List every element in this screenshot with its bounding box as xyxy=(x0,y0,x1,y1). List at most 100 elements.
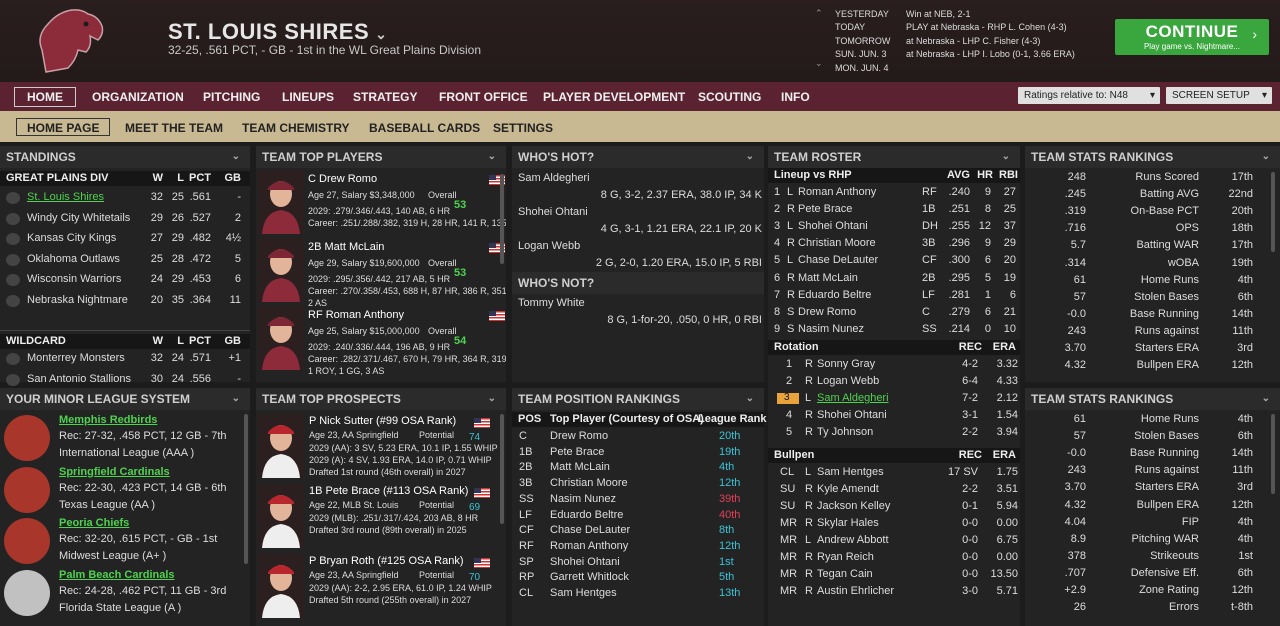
tab-front-office[interactable]: FRONT OFFICE xyxy=(439,90,528,104)
lineup-player[interactable]: Roman Anthony xyxy=(798,186,876,198)
positions-header[interactable]: TEAM POSITION RANKINGS ⌄ xyxy=(512,388,764,410)
position-player[interactable]: Nasim Nunez xyxy=(550,493,616,505)
scrollbar[interactable] xyxy=(500,174,504,264)
chevron-down-icon[interactable]: ⌄ xyxy=(375,26,387,42)
position-player[interactable]: Roman Anthony xyxy=(550,540,628,552)
stats-rankings-header-2[interactable]: TEAM STATS RANKINGS ⌄ xyxy=(1025,388,1280,410)
hot-player-name[interactable]: Shohei Ohtani xyxy=(518,206,588,218)
stat-value: 243 xyxy=(1067,324,1086,337)
team-title[interactable]: ST. LOUIS SHIRES ⌄ xyxy=(168,19,387,45)
player-name[interactable]: C Drew Romo xyxy=(308,173,377,185)
bullpen-player[interactable]: Ryan Reich xyxy=(817,551,874,563)
standings-team-name[interactable]: Monterrey Monsters xyxy=(27,352,125,364)
subtab-settings[interactable]: SETTINGS xyxy=(493,121,553,135)
top-players-header[interactable]: TEAM TOP PLAYERS ⌄ xyxy=(256,146,506,168)
scrollbar[interactable] xyxy=(500,414,504,524)
scrollbar[interactable] xyxy=(1271,414,1275,494)
cold-player-name[interactable]: Tommy White xyxy=(518,297,585,309)
lineup-player[interactable]: Nasim Nunez xyxy=(798,323,864,335)
prospect-name[interactable]: P Nick Sutter (#99 OSA Rank) xyxy=(309,415,456,427)
hot-player-name[interactable]: Logan Webb xyxy=(518,240,580,252)
subtab-baseball-cards[interactable]: BASEBALL CARDS xyxy=(369,121,480,135)
prospects-header[interactable]: TEAM TOP PROSPECTS ⌄ xyxy=(256,388,506,410)
tab-pitching[interactable]: PITCHING xyxy=(203,90,260,104)
rotation-player[interactable]: Sam Aldegheri xyxy=(817,392,889,404)
lineup-player[interactable]: Eduardo Beltre xyxy=(798,289,871,301)
chevron-down-icon[interactable]: ⌄ xyxy=(815,58,823,69)
scrollbar[interactable] xyxy=(1271,172,1275,252)
bullpen-player[interactable]: Skylar Hales xyxy=(817,517,879,529)
standings-cell: 29 xyxy=(150,211,163,224)
bats-hand: L xyxy=(787,186,794,198)
chevron-up-icon[interactable]: ⌃ xyxy=(815,8,823,19)
screen-setup-select[interactable]: SCREEN SETUP ▾ xyxy=(1166,87,1272,104)
rotation-player[interactable]: Sonny Gray xyxy=(817,358,875,370)
standings-team-name[interactable]: Oklahoma Outlaws xyxy=(27,253,120,265)
lineup-player[interactable]: Christian Moore xyxy=(798,237,876,249)
standings-team-name[interactable]: Nebraska Nightmare xyxy=(27,294,128,306)
tab-player-development[interactable]: PLAYER DEVELOPMENT xyxy=(543,90,685,104)
tab-lineups[interactable]: LINEUPS xyxy=(282,90,334,104)
bullpen-player[interactable]: Jackson Kelley xyxy=(817,500,890,512)
position-player[interactable]: Drew Romo xyxy=(550,430,608,442)
prospect-name[interactable]: P Bryan Roth (#125 OSA Rank) xyxy=(309,555,464,567)
standings-team-name[interactable]: Windy City Whitetails xyxy=(27,212,130,224)
rotation-player[interactable]: Logan Webb xyxy=(817,375,879,387)
position-player[interactable]: Christian Moore xyxy=(550,477,628,489)
tab-scouting[interactable]: SCOUTING xyxy=(698,90,761,104)
standings-team-name[interactable]: Kansas City Kings xyxy=(27,232,116,244)
scrollbar[interactable] xyxy=(244,414,248,564)
ratings-select[interactable]: Ratings relative to: N48 ▾ xyxy=(1018,87,1160,104)
minor-team-name[interactable]: Palm Beach Cardinals xyxy=(59,569,175,581)
subtab-team-chemistry[interactable]: TEAM CHEMISTRY xyxy=(242,121,350,135)
minor-team-name[interactable]: Springfield Cardinals xyxy=(59,466,170,478)
lineup-order: 3 xyxy=(774,220,781,233)
position-player[interactable]: Pete Brace xyxy=(550,446,604,458)
rotation-player[interactable]: Shohei Ohtani xyxy=(817,409,887,421)
lineup-player[interactable]: Shohei Ohtani xyxy=(798,220,868,232)
player-name[interactable]: 2B Matt McLain xyxy=(308,241,384,253)
bullpen-player[interactable]: Sam Hentges xyxy=(817,466,884,478)
bullpen-player[interactable]: Andrew Abbott xyxy=(817,534,889,546)
position-player[interactable]: Shohei Ohtani xyxy=(550,556,620,568)
tab-organization[interactable]: ORGANIZATION xyxy=(92,90,184,104)
prospect-name[interactable]: 1B Pete Brace (#113 OSA Rank) xyxy=(309,485,468,497)
lineup-player[interactable]: Matt McLain xyxy=(798,272,858,284)
minors-header[interactable]: YOUR MINOR LEAGUE SYSTEM ⌄ xyxy=(0,388,250,410)
roster-header[interactable]: TEAM ROSTER ⌄ xyxy=(768,146,1020,168)
minor-team-name[interactable]: Peoria Chiefs xyxy=(59,517,129,529)
subtab-meet-the-team[interactable]: MEET THE TEAM xyxy=(125,121,223,135)
standings-col-header: L xyxy=(177,335,184,347)
player-avatar xyxy=(258,238,304,302)
standings-team-name[interactable]: St. Louis Shires xyxy=(27,191,104,203)
chevron-down-icon: ⌄ xyxy=(1001,151,1010,162)
position-player[interactable]: Garrett Whitlock xyxy=(550,571,629,583)
bullpen-player[interactable]: Austin Ehrlicher xyxy=(817,585,894,597)
player-name[interactable]: RF Roman Anthony xyxy=(308,309,404,321)
position-code: 3B xyxy=(519,477,533,490)
standings-team-name[interactable]: San Antonio Stallions xyxy=(27,373,131,385)
whos-hot-header[interactable]: WHO'S HOT? ⌄ xyxy=(512,146,764,168)
position-player[interactable]: Chase DeLauter xyxy=(550,524,630,536)
lineup-player[interactable]: Pete Brace xyxy=(798,203,852,215)
bullpen-player[interactable]: Tegan Cain xyxy=(817,568,873,580)
stats-rankings-header[interactable]: TEAM STATS RANKINGS ⌄ xyxy=(1025,146,1280,168)
prospect-avatar xyxy=(258,484,304,548)
position-player[interactable]: Sam Hentges xyxy=(550,587,617,599)
tab-info[interactable]: INFO xyxy=(781,90,810,104)
lineup-player[interactable]: Drew Romo xyxy=(798,306,856,318)
standings-team-name[interactable]: Wisconsin Warriors xyxy=(27,273,121,285)
position-player[interactable]: Eduardo Beltre xyxy=(550,509,623,521)
minor-team-name[interactable]: Memphis Redbirds xyxy=(59,414,157,426)
position-player[interactable]: Matt McLain xyxy=(550,461,610,473)
hot-player-name[interactable]: Sam Aldegheri xyxy=(518,172,590,184)
bullpen-role: MR xyxy=(780,516,798,529)
tab-home[interactable]: HOME xyxy=(14,87,76,107)
bullpen-player[interactable]: Kyle Amendt xyxy=(817,483,879,495)
continue-button[interactable]: CONTINUE Play game vs. Nightmare... › xyxy=(1115,19,1269,55)
standings-header[interactable]: STANDINGS ⌄ xyxy=(0,146,250,168)
rotation-player[interactable]: Ty Johnson xyxy=(817,426,873,438)
tab-strategy[interactable]: STRATEGY xyxy=(353,90,417,104)
lineup-player[interactable]: Chase DeLauter xyxy=(798,254,878,266)
subtab-home-page[interactable]: HOME PAGE xyxy=(16,118,111,136)
